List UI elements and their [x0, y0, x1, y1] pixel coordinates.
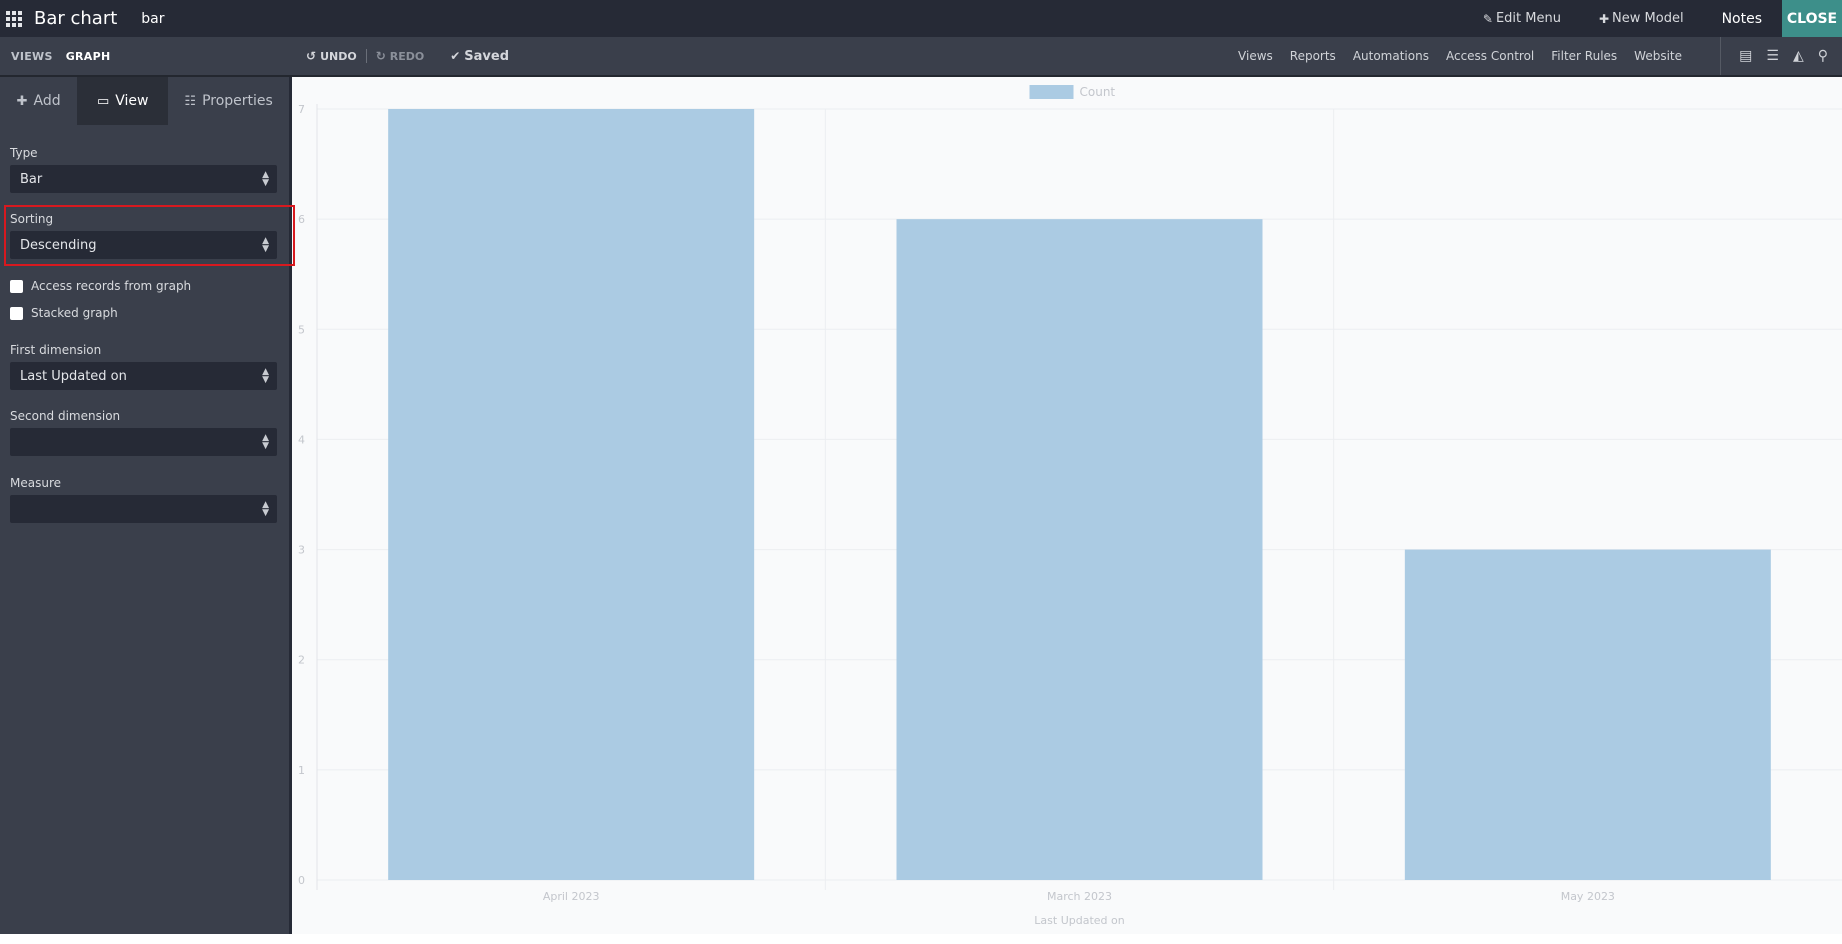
check-icon: ✔: [450, 49, 461, 63]
list-view-icon[interactable]: ☰: [1766, 48, 1779, 64]
y-tick-label: 6: [298, 213, 305, 226]
sorting-value: Descending: [20, 237, 97, 253]
sidebar: ✚ Add ▭ View ☷ Properties Type Bar ▲ ▼ So…: [0, 77, 295, 934]
pencil-icon: ✎: [1482, 11, 1493, 26]
notes-link[interactable]: Notes: [1722, 11, 1762, 27]
x-tick-label: April 2023: [543, 890, 600, 903]
first-dimension-label: First dimension: [10, 343, 102, 357]
bar-chart: 0 1 2 3 4 5 6 7 April 2023 March 2023 May 2023 Last…: [298, 85, 1842, 927]
tab-add[interactable]: ✚ Add: [0, 77, 77, 125]
y-tick-label: 3: [298, 544, 305, 557]
access-records-option[interactable]: Access records from graph: [10, 279, 191, 293]
new-model-label: New Model: [1612, 11, 1684, 26]
measure-select[interactable]: ▲ ▼: [10, 495, 277, 523]
y-tick-label: 1: [298, 764, 305, 777]
x-axis-label: Last Updated on: [1034, 914, 1124, 927]
plus-icon: ✚: [1598, 11, 1610, 26]
access-records-label: Access records from graph: [31, 279, 192, 293]
x-tick-label: March 2023: [1047, 890, 1112, 903]
type-field: Type Bar ▲ ▼: [10, 146, 277, 193]
edit-menu-link[interactable]: ✎ Edit Menu: [1483, 11, 1561, 26]
menu-automations[interactable]: Automations: [1353, 49, 1429, 63]
tab-add-label: Add: [33, 93, 61, 109]
plus-icon: ✚: [16, 93, 28, 109]
menu-access-control[interactable]: Access Control: [1446, 49, 1534, 63]
stacked-graph-option[interactable]: Stacked graph: [10, 306, 118, 320]
type-select[interactable]: Bar ▲ ▼: [10, 165, 277, 193]
type-label: Type: [10, 146, 38, 160]
y-tick-label: 7: [298, 103, 305, 116]
saved-status: ✔ Saved: [450, 49, 509, 64]
apps-grid-icon[interactable]: [0, 0, 28, 37]
saved-label: Saved: [464, 48, 510, 64]
bar: [388, 109, 755, 880]
menu-reports[interactable]: Reports: [1290, 49, 1336, 63]
view-name: bar: [141, 10, 165, 27]
legend-swatch: [1029, 85, 1074, 99]
y-tick-label: 2: [298, 654, 305, 667]
y-tick-label: 5: [298, 323, 305, 336]
top-bar: Bar chart bar ✎ Edit Menu ✚ New Model No…: [0, 0, 1842, 37]
sorting-label: Sorting: [10, 212, 54, 226]
tab-view-label: View: [115, 93, 149, 109]
first-dimension-select[interactable]: Last Updated on ▲ ▼: [10, 362, 277, 390]
chevron-updown-icon: ▲ ▼: [262, 500, 269, 518]
first-dimension-field: First dimension Last Updated on ▲ ▼: [10, 343, 277, 390]
bar: [1404, 549, 1771, 880]
sorting-select[interactable]: Descending ▲ ▼: [10, 231, 277, 259]
view-switcher: ▤ ☰ ◭ ⚲: [1720, 37, 1842, 75]
sorting-field: Sorting Descending ▲ ▼: [10, 212, 277, 259]
tab-properties[interactable]: ☷ Properties: [168, 77, 289, 125]
redo-button[interactable]: ↻ REDO: [365, 49, 425, 63]
graph-view-icon[interactable]: ◭: [1793, 48, 1804, 64]
chevron-updown-icon: ▲ ▼: [262, 433, 269, 451]
tab-properties-label: Properties: [202, 93, 273, 109]
access-records-checkbox[interactable]: [10, 279, 23, 293]
legend-label: Count: [1080, 85, 1116, 99]
first-dimension-value: Last Updated on: [20, 368, 127, 384]
y-tick-label: 0: [298, 874, 305, 887]
y-tick-label: 4: [298, 433, 305, 446]
chevron-updown-icon: ▲ ▼: [262, 236, 269, 254]
bar: [896, 219, 1263, 881]
tab-view[interactable]: ▭ View: [77, 77, 169, 125]
list-icon: ☷: [184, 93, 197, 109]
chevron-updown-icon: ▲ ▼: [262, 170, 269, 188]
studio-menu: Views Reports Automations Access Control…: [1221, 37, 1682, 75]
breadcrumb: VIEWS GRAPH: [11, 37, 110, 75]
new-model-link[interactable]: ✚ New Model: [1599, 11, 1684, 26]
app-title: Bar chart: [34, 8, 118, 29]
search-icon[interactable]: ⚲: [1818, 48, 1828, 64]
close-button[interactable]: CLOSE: [1782, 0, 1842, 37]
breadcrumb-graph: GRAPH: [65, 49, 111, 63]
menu-views[interactable]: Views: [1238, 49, 1273, 63]
studio-toolbar: VIEWS GRAPH ↺ UNDO ↻ REDO ✔ Saved Views …: [0, 37, 1842, 77]
second-dimension-label: Second dimension: [10, 409, 121, 423]
stacked-graph-label: Stacked graph: [31, 306, 118, 320]
undo-label: UNDO: [320, 49, 357, 63]
measure-label: Measure: [10, 476, 61, 490]
redo-label: REDO: [389, 49, 425, 63]
measure-field: Measure ▲ ▼: [10, 476, 277, 523]
stacked-graph-checkbox[interactable]: [10, 306, 23, 320]
sidebar-tabs: ✚ Add ▭ View ☷ Properties: [0, 77, 289, 125]
menu-filter-rules[interactable]: Filter Rules: [1551, 49, 1617, 63]
monitor-icon: ▭: [96, 93, 110, 109]
breadcrumb-views[interactable]: VIEWS: [11, 50, 53, 63]
second-dimension-select[interactable]: ▲ ▼: [10, 428, 277, 456]
second-dimension-field: Second dimension ▲ ▼: [10, 409, 277, 456]
menu-website[interactable]: Website: [1634, 49, 1682, 63]
graph-canvas: 0 1 2 3 4 5 6 7 April 2023 March 2023 May 2023 Last…: [295, 77, 1842, 934]
edit-menu-label: Edit Menu: [1495, 11, 1561, 26]
undo-icon: ↺: [306, 49, 317, 63]
form-view-icon[interactable]: ▤: [1739, 48, 1752, 64]
undo-button[interactable]: ↺ UNDO: [306, 49, 357, 63]
x-tick-label: May 2023: [1561, 890, 1615, 903]
type-value: Bar: [20, 171, 43, 187]
chevron-updown-icon: ▲ ▼: [262, 367, 269, 385]
bottom-strip: [0, 934, 1842, 944]
redo-icon: ↻: [375, 49, 386, 63]
